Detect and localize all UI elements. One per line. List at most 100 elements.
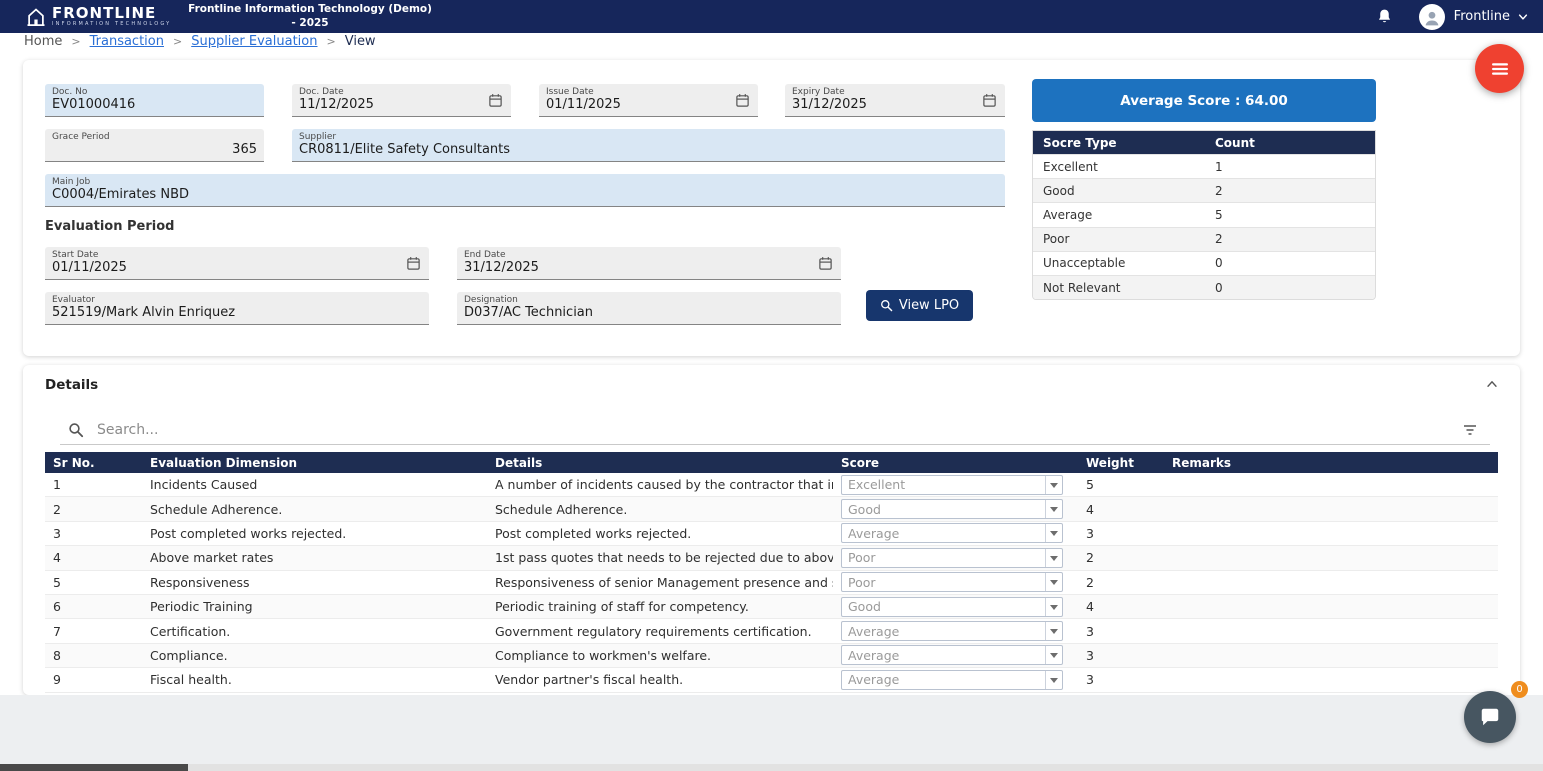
search-input[interactable] xyxy=(97,422,1462,438)
sr-cell: 7 xyxy=(45,624,142,639)
score-select[interactable]: Average xyxy=(841,645,1063,665)
frontline-logo[interactable]: FRONTLINE INFORMATION TECHNOLOGY xyxy=(26,6,171,27)
issue-date-label: Issue Date xyxy=(546,87,594,97)
breadcrumb-supplier-evaluation[interactable]: Supplier Evaluation xyxy=(191,34,317,49)
score-select-value: Average xyxy=(842,624,899,639)
app-title: Frontline Information Technology (Demo) … xyxy=(188,2,432,30)
filter-button[interactable] xyxy=(1462,420,1482,440)
chat-icon xyxy=(1479,706,1501,728)
weight-cell: 4 xyxy=(1078,502,1164,517)
breadcrumb-transaction[interactable]: Transaction xyxy=(90,34,164,49)
notification-bell-icon[interactable] xyxy=(1376,8,1393,25)
table-row: 8 Compliance. Compliance to workmen's we… xyxy=(45,644,1498,668)
dimension-cell: Schedule Adherence. xyxy=(142,502,487,517)
sr-cell: 9 xyxy=(45,672,142,687)
end-date-input[interactable] xyxy=(464,260,814,275)
supplier-input[interactable] xyxy=(299,142,998,157)
filter-icon xyxy=(1462,422,1478,438)
dimension-cell: Above market rates xyxy=(142,550,487,565)
user-menu[interactable]: Frontline xyxy=(1454,9,1529,24)
score-select[interactable]: Poor xyxy=(841,572,1063,592)
menu-fab-button[interactable] xyxy=(1475,44,1524,93)
doc-no-input[interactable] xyxy=(52,97,257,112)
grace-period-input[interactable] xyxy=(52,142,257,157)
table-row: 9 Fiscal health. Vendor partner's fiscal… xyxy=(45,668,1498,692)
supplier-evaluation-page: FRONTLINE INFORMATION TECHNOLOGY Frontli… xyxy=(0,0,1543,771)
calendar-icon[interactable] xyxy=(735,93,750,108)
score-select-value: Average xyxy=(842,526,899,541)
weight-cell: 5 xyxy=(1078,477,1164,492)
score-select[interactable]: Average xyxy=(841,670,1063,690)
logo-subtext: INFORMATION TECHNOLOGY xyxy=(52,21,171,27)
person-icon xyxy=(1423,9,1441,27)
score-select[interactable]: Average xyxy=(841,523,1063,543)
scrollbar-thumb[interactable] xyxy=(0,764,188,771)
score-type-header: Socre Type xyxy=(1033,136,1215,150)
user-avatar[interactable] xyxy=(1419,4,1445,30)
breadcrumb-home[interactable]: Home xyxy=(24,34,62,49)
score-count-cell: 2 xyxy=(1215,184,1375,198)
start-date-input[interactable] xyxy=(52,260,402,275)
score-cell: Good xyxy=(833,597,1078,617)
collapse-details-button[interactable] xyxy=(1482,374,1502,394)
count-header: Count xyxy=(1215,136,1375,150)
score-cell: Average xyxy=(833,645,1078,665)
dimension-cell: Incidents Caused xyxy=(142,477,487,492)
designation-field: Designation xyxy=(457,292,841,325)
evaluator-input[interactable] xyxy=(52,305,422,320)
weight-cell: 3 xyxy=(1078,672,1164,687)
calendar-icon[interactable] xyxy=(982,93,997,108)
header-sr-no: Sr No. xyxy=(45,456,142,470)
chevron-down-icon xyxy=(1045,598,1062,616)
score-summary-row: Excellent 1 xyxy=(1033,154,1375,178)
doc-date-input[interactable] xyxy=(299,97,484,112)
calendar-icon[interactable] xyxy=(406,256,421,271)
details-cell: Post completed works rejected. xyxy=(487,526,833,541)
score-count-cell: 2 xyxy=(1215,232,1375,246)
logo-text: FRONTLINE xyxy=(52,6,171,21)
doc-date-label: Doc. Date xyxy=(299,87,344,97)
weight-cell: 3 xyxy=(1078,526,1164,541)
expiry-date-input[interactable] xyxy=(792,97,978,112)
view-lpo-button[interactable]: View LPO xyxy=(866,290,973,321)
score-cell: Good xyxy=(833,499,1078,519)
chevron-down-icon xyxy=(1045,671,1062,689)
chat-button[interactable] xyxy=(1464,691,1516,743)
calendar-icon[interactable] xyxy=(488,93,503,108)
dimension-cell: Responsiveness xyxy=(142,575,487,590)
chevron-down-icon xyxy=(1045,646,1062,664)
score-summary-row: Average 5 xyxy=(1033,202,1375,226)
sr-cell: 8 xyxy=(45,648,142,663)
issue-date-input[interactable] xyxy=(546,97,731,112)
score-select[interactable]: Excellent xyxy=(841,475,1063,495)
horizontal-scrollbar xyxy=(0,764,1543,771)
score-select-value: Good xyxy=(842,599,881,614)
score-select[interactable]: Average xyxy=(841,621,1063,641)
details-cell: Schedule Adherence. xyxy=(487,502,833,517)
weight-cell: 4 xyxy=(1078,599,1164,614)
weight-cell: 2 xyxy=(1078,575,1164,590)
score-select[interactable]: Good xyxy=(841,499,1063,519)
score-select-value: Excellent xyxy=(842,477,905,492)
doc-no-label: Doc. No xyxy=(52,87,87,97)
score-select[interactable]: Poor xyxy=(841,548,1063,568)
details-table: Sr No. Evaluation Dimension Details Scor… xyxy=(45,452,1498,693)
calendar-icon[interactable] xyxy=(818,256,833,271)
evaluation-header-card: Doc. No Doc. Date Issue Date Expiry Date… xyxy=(23,60,1520,356)
sr-cell: 3 xyxy=(45,526,142,541)
table-row: 1 Incidents Caused A number of incidents… xyxy=(45,473,1498,497)
score-select[interactable]: Good xyxy=(841,597,1063,617)
score-count-cell: 0 xyxy=(1215,281,1375,295)
score-select-value: Poor xyxy=(842,550,876,565)
score-summary-row: Not Relevant 0 xyxy=(1033,275,1375,299)
chevron-down-icon xyxy=(1045,573,1062,591)
details-cell: Responsiveness of senior Management pres… xyxy=(487,575,833,590)
header-details: Details xyxy=(487,456,833,470)
breadcrumb-separator: > xyxy=(327,34,336,49)
chevron-down-icon xyxy=(1045,476,1062,494)
evaluator-field: Evaluator xyxy=(45,292,429,325)
top-navbar: FRONTLINE INFORMATION TECHNOLOGY Frontli… xyxy=(0,0,1543,33)
table-row: 6 Periodic Training Periodic training of… xyxy=(45,595,1498,619)
designation-input[interactable] xyxy=(464,305,834,320)
main-job-input[interactable] xyxy=(52,187,998,202)
